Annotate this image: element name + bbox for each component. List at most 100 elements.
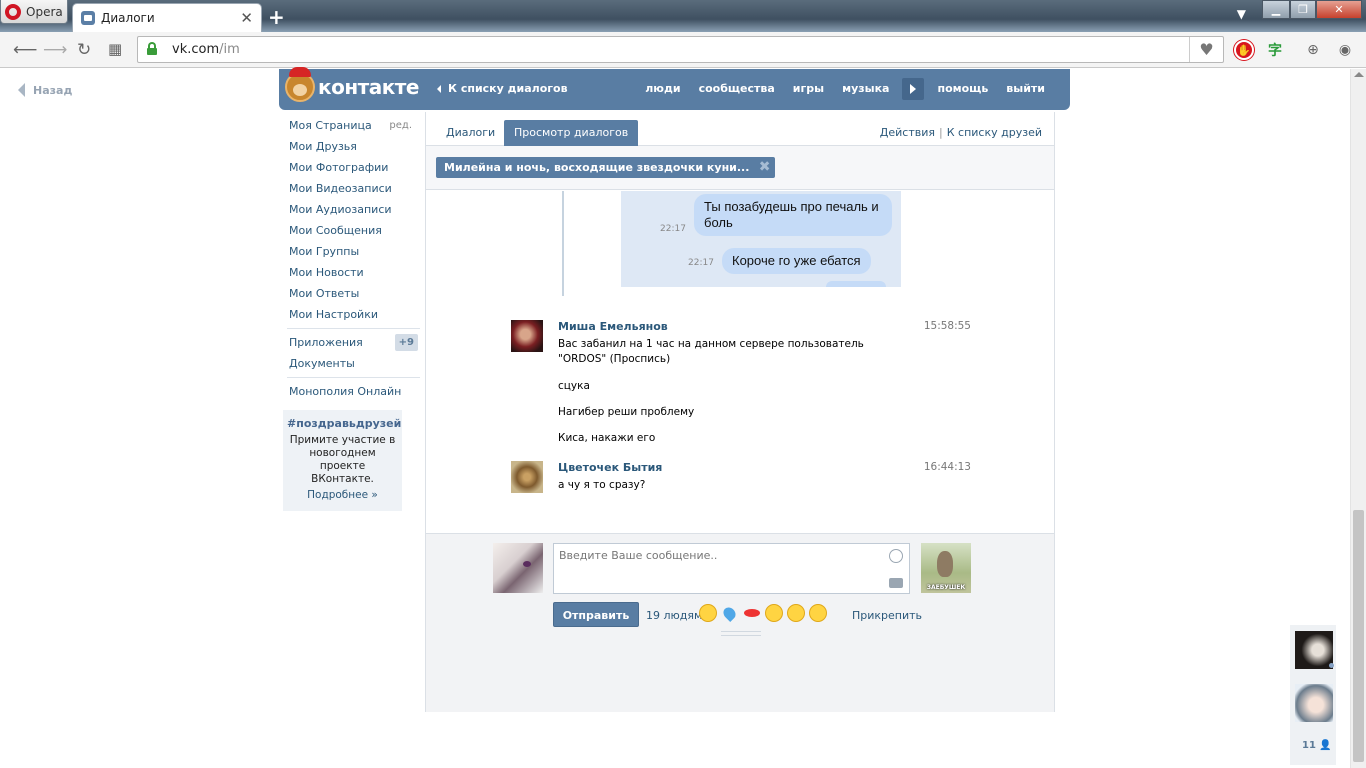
menu-videos[interactable]: Мои Видеозаписи	[281, 178, 420, 199]
person-icon: 👤	[1319, 740, 1332, 751]
translate-icon[interactable]: 字	[1265, 40, 1285, 60]
dialog-panel: Диалоги Просмотр диалогов Действия | К спи…	[425, 112, 1055, 712]
relieved-face-icon[interactable]	[699, 604, 717, 622]
music-play-icon[interactable]	[902, 77, 925, 100]
address-bar[interactable]: vk.com/im ♥	[137, 36, 1224, 63]
attach-link[interactable]: Прикрепить	[852, 609, 922, 622]
account-icon[interactable]: ◉	[1335, 40, 1355, 60]
lips-icon[interactable]	[743, 604, 761, 622]
message-group: Миша Емельянов 15:58:55 Вас забанил на 1…	[511, 320, 971, 450]
peer-avatar[interactable]: ЗАЕБУШЕК	[921, 543, 971, 593]
left-menu: Моя Страница ред. Мои Друзья Мои Фотограф…	[281, 115, 420, 511]
bookmark-heart-icon[interactable]: ♥	[1189, 37, 1223, 62]
reload-icon[interactable]: ↻	[77, 40, 91, 60]
opera-menu-button[interactable]: Opera	[0, 0, 68, 24]
sweat-drops-icon[interactable]	[721, 604, 739, 622]
scroll-thumb[interactable]	[1353, 510, 1364, 762]
nav-music[interactable]: музыка	[833, 82, 898, 95]
back-link[interactable]: Назад	[18, 83, 72, 97]
menu-groups[interactable]: Мои Группы	[281, 241, 420, 262]
to-dialogs-label: К списку диалогов	[448, 82, 568, 95]
message-text: сцука	[558, 380, 590, 392]
nav-logout[interactable]: выйти	[997, 82, 1054, 95]
vk-page: Назад контакте К списку диалогов люди со…	[0, 67, 1350, 768]
top-navigation: люди сообщества игры музыка помощь выйти	[636, 77, 1054, 100]
friend-avatar[interactable]	[1295, 684, 1333, 722]
promo-more-link[interactable]: Подробнее »	[287, 489, 398, 501]
camera-icon[interactable]	[889, 578, 903, 588]
to-dialogs-link[interactable]: К списку диалогов	[437, 82, 568, 95]
menu-photos[interactable]: Мои Фотографии	[281, 157, 420, 178]
vk-logo[interactable]: контакте	[285, 67, 419, 102]
attached-screenshot[interactable]: 22:17 Ты позабудешь про печаль и боль 22…	[621, 191, 901, 287]
nav-games[interactable]: игры	[784, 82, 833, 95]
chevron-left-icon	[437, 84, 441, 93]
download-icon[interactable]: ⊕	[1303, 40, 1323, 60]
tab-title: Диалоги	[101, 11, 155, 25]
tab-menu-icon[interactable]: ▼	[1237, 7, 1246, 21]
url-text[interactable]: vk.com/im	[172, 42, 240, 57]
message-time[interactable]: 15:58:55	[924, 320, 971, 332]
recipients-count-link[interactable]: 19 людям	[646, 609, 702, 622]
menu-messages[interactable]: Мои Сообщения	[281, 220, 420, 241]
back-label: Назад	[33, 83, 73, 97]
friends-list-link[interactable]: К списку друзей	[947, 126, 1042, 139]
promo-hashtag[interactable]: #поздравьдрузей	[287, 417, 401, 430]
online-dot-icon	[1329, 663, 1334, 668]
browser-tab[interactable]: Диалоги ✕	[72, 3, 262, 32]
menu-news[interactable]: Мои Новости	[281, 262, 420, 283]
chip-close-icon[interactable]: ✖	[759, 157, 771, 178]
menu-answers[interactable]: Мои Ответы	[281, 283, 420, 304]
friend-avatar[interactable]	[1295, 631, 1333, 669]
my-avatar[interactable]	[493, 543, 543, 593]
back-chevron-icon	[18, 83, 25, 97]
menu-monopoly[interactable]: Монополия Онлайн	[281, 381, 420, 402]
speed-dial-icon[interactable]: ▦	[108, 40, 122, 58]
tab-dialogs[interactable]: Диалоги	[446, 126, 495, 139]
minimize-button[interactable]: ▁	[1262, 0, 1290, 19]
maximize-button[interactable]: ❐	[1290, 0, 1316, 19]
tab-view-dialogs[interactable]: Просмотр диалогов	[504, 120, 639, 146]
new-tab-button[interactable]: +	[268, 5, 285, 29]
message-history[interactable]: 22:17 Ты позабудешь про печаль и боль 22…	[426, 191, 1054, 533]
menu-apps[interactable]: Приложения +9	[281, 332, 420, 353]
author-name[interactable]: Цветочек Бытия	[558, 461, 662, 474]
scroll-up-icon[interactable]	[1354, 72, 1364, 77]
message-group: Цветочек Бытия 16:44:13 а чу я то сразу?	[511, 461, 971, 501]
message-input[interactable]: Введите Ваше сообщение..	[553, 543, 910, 594]
chip-title: Милейна и ночь, восходящие звездочки кун…	[444, 161, 750, 174]
menu-my-page[interactable]: Моя Страница ред.	[281, 115, 420, 136]
online-friends-panel: 11 👤	[1290, 625, 1336, 765]
actions-link[interactable]: Действия	[880, 126, 935, 139]
input-placeholder: Введите Ваше сообщение..	[559, 549, 718, 562]
menu-friends[interactable]: Мои Друзья	[281, 136, 420, 157]
selected-dialog-chip[interactable]: Милейна и ночь, восходящие звездочки кун…	[436, 157, 776, 178]
nav-communities[interactable]: сообщества	[690, 82, 784, 95]
bubble-time: 22:17	[660, 224, 686, 234]
surprised-face-icon[interactable]	[765, 604, 783, 622]
message-time[interactable]: 16:44:13	[924, 461, 971, 473]
back-arrow-icon[interactable]: ⟵	[13, 40, 37, 60]
message-text: Нагибер реши проблему	[558, 406, 695, 418]
avatar[interactable]	[511, 461, 543, 493]
menu-audio[interactable]: Мои Аудиозаписи	[281, 199, 420, 220]
tab-close-icon[interactable]: ✕	[240, 9, 253, 27]
page-scrollbar[interactable]	[1350, 69, 1366, 768]
send-button[interactable]: Отправить	[553, 602, 639, 627]
friends-count[interactable]: 11 👤	[1302, 740, 1332, 751]
message-text: Вас забанил на 1 час на данном сервере п…	[558, 338, 864, 365]
forward-arrow-icon[interactable]: ⟶	[43, 40, 67, 60]
tongue-face-icon[interactable]	[809, 604, 827, 622]
close-window-button[interactable]: ✕	[1316, 0, 1362, 19]
adblock-stop-icon[interactable]: ✋	[1234, 40, 1254, 60]
chat-bubble: Ты позабудешь про печаль и боль	[694, 194, 892, 236]
edit-link[interactable]: ред.	[389, 115, 412, 136]
author-name[interactable]: Миша Емельянов	[558, 320, 668, 333]
avatar[interactable]	[511, 320, 543, 352]
menu-settings[interactable]: Мои Настройки	[281, 304, 420, 325]
crying-face-icon[interactable]	[787, 604, 805, 622]
nav-people[interactable]: люди	[636, 82, 689, 95]
menu-documents[interactable]: Документы	[281, 353, 420, 374]
nav-help[interactable]: помощь	[928, 82, 997, 95]
smile-icon[interactable]	[889, 549, 903, 563]
